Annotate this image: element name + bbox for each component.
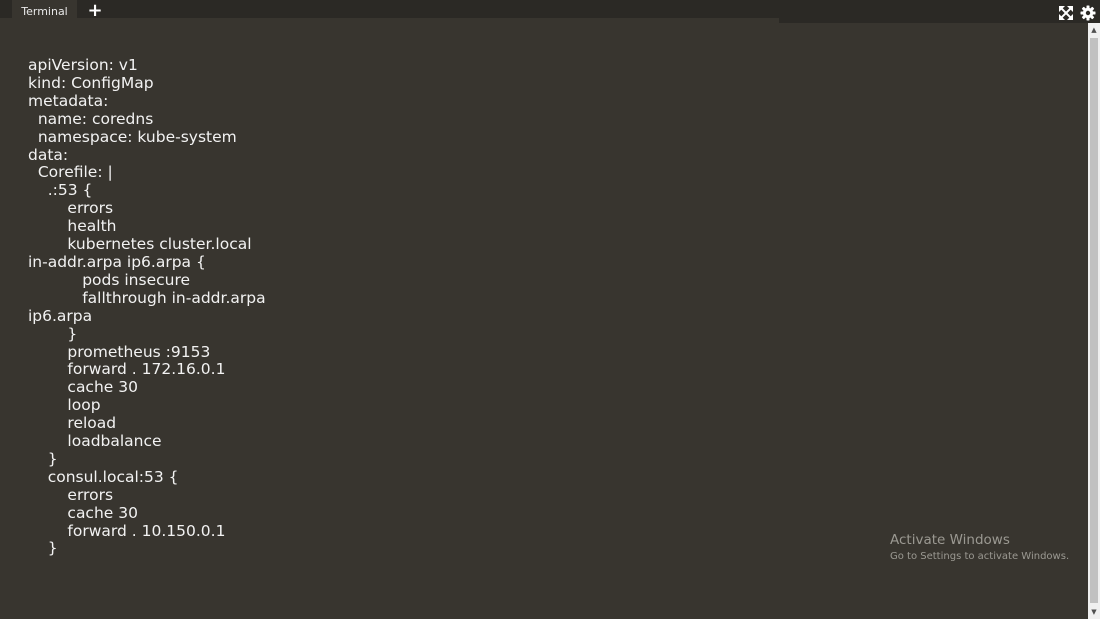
- activation-watermark: Activate Windows Go to Settings to activ…: [890, 532, 1069, 564]
- watermark-title: Activate Windows: [890, 532, 1010, 548]
- tab-terminal[interactable]: Terminal: [12, 0, 77, 23]
- tab-bar-divider: [0, 18, 779, 23]
- settings-button[interactable]: [1080, 5, 1096, 21]
- tab-bar: Terminal +: [0, 0, 1100, 23]
- terminal-output[interactable]: apiVersion: v1 kind: ConfigMap metadata:…: [28, 56, 1068, 558]
- scroll-down-arrow-icon[interactable]: ▼: [1088, 605, 1100, 619]
- fullscreen-button[interactable]: [1058, 5, 1074, 21]
- vertical-scrollbar[interactable]: ▲ ▼: [1088, 23, 1100, 619]
- gear-icon: [1080, 5, 1096, 21]
- scrollbar-thumb[interactable]: [1090, 38, 1098, 603]
- watermark-subtitle: Go to Settings to activate Windows.: [890, 551, 1070, 562]
- add-tab-button[interactable]: +: [85, 1, 105, 21]
- expand-arrows-icon: [1059, 6, 1073, 20]
- scroll-up-arrow-icon[interactable]: ▲: [1088, 23, 1100, 37]
